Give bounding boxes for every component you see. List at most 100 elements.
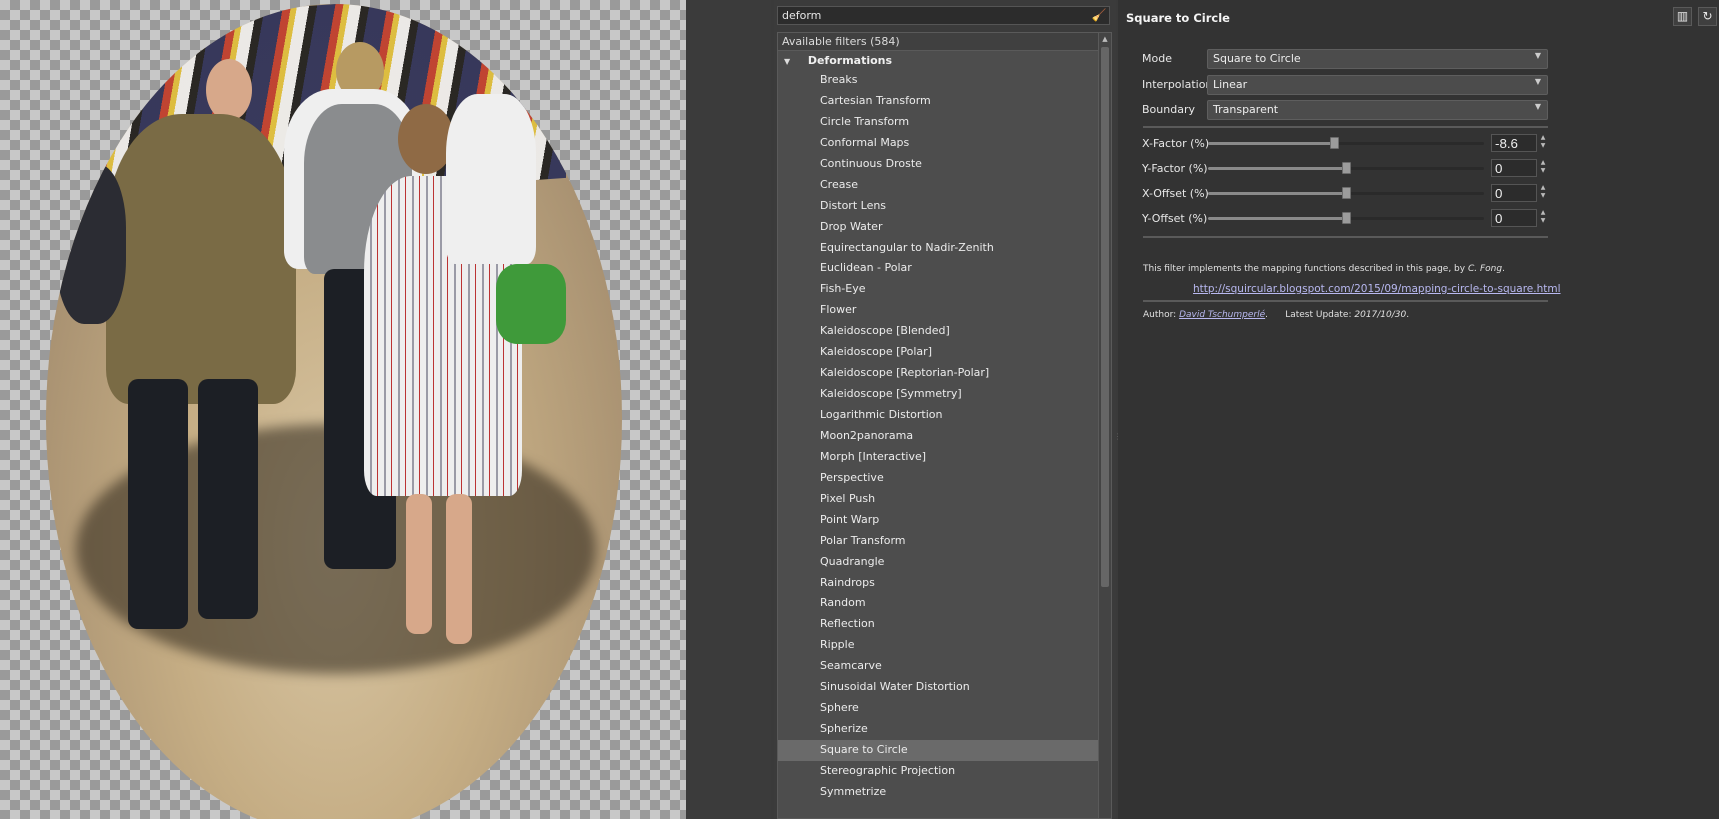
filter-description: This filter implements the mapping funct… — [1143, 264, 1505, 274]
spin-arrows-icon[interactable]: ▲ ▼ — [1538, 159, 1548, 177]
filter-item[interactable]: Circle Transform — [778, 112, 1111, 133]
spin-arrows-icon[interactable]: ▲ ▼ — [1538, 209, 1548, 227]
green-shorts — [496, 264, 566, 344]
broom-clear-icon[interactable]: 🧹 — [1090, 7, 1108, 24]
mode-label: Mode — [1142, 52, 1172, 65]
scrollbar-thumb[interactable] — [1101, 47, 1109, 587]
chevron-down-icon: ▼ — [1534, 51, 1541, 60]
separator — [1143, 236, 1548, 238]
filter-item[interactable]: Morph [Interactive] — [778, 447, 1111, 468]
filter-item[interactable]: Sinusoidal Water Distortion — [778, 677, 1111, 698]
scroll-up-icon[interactable]: ▲ — [1099, 33, 1111, 45]
filter-item[interactable]: Flower — [778, 300, 1111, 321]
filter-item[interactable]: Equirectangular to Nadir-Zenith — [778, 238, 1111, 259]
y-offset-slider[interactable] — [1208, 212, 1484, 224]
expand-arrow-icon[interactable]: ▼ — [784, 52, 804, 71]
x-offset-label: X-Offset (%) — [1142, 187, 1209, 200]
leg — [406, 494, 432, 634]
slider-handle[interactable] — [1342, 212, 1351, 224]
filter-item[interactable]: Random — [778, 593, 1111, 614]
filter-list: Breaks Cartesian Transform Circle Transfor… — [778, 70, 1111, 803]
filter-item[interactable]: Point Warp — [778, 510, 1111, 531]
author-period: . — [1265, 310, 1269, 320]
filter-item[interactable]: Kaleidoscope [Polar] — [778, 342, 1111, 363]
filter-item[interactable]: Raindrops — [778, 573, 1111, 594]
update-period: . — [1406, 310, 1410, 320]
filter-item[interactable]: Quadrangle — [778, 552, 1111, 573]
spin-arrows-icon[interactable]: ▲ ▼ — [1538, 184, 1548, 202]
person-white-shirt — [446, 94, 536, 264]
filter-item[interactable]: Sphere — [778, 698, 1111, 719]
slider-fill — [1208, 217, 1346, 220]
description-text: This filter implements the mapping funct… — [1143, 264, 1466, 274]
trouser-leg — [198, 379, 258, 619]
filter-item[interactable]: Moon2panorama — [778, 426, 1111, 447]
filter-item[interactable]: Reflection — [778, 614, 1111, 635]
filter-title: Square to Circle — [1126, 11, 1230, 25]
filter-item[interactable]: Ripple — [778, 635, 1111, 656]
filter-item[interactable]: Kaleidoscope [Blended] — [778, 321, 1111, 342]
filter-item[interactable]: Fish-Eye — [778, 279, 1111, 300]
filter-item[interactable]: Cartesian Transform — [778, 91, 1111, 112]
leg — [446, 494, 472, 644]
update-prefix: Latest Update: — [1285, 310, 1352, 320]
filter-item[interactable]: Square to Circle — [778, 740, 1111, 761]
filter-item[interactable]: Symmetrize — [778, 782, 1111, 803]
filter-item[interactable]: Polar Transform — [778, 531, 1111, 552]
interpolation-select[interactable]: Linear ▼ — [1207, 75, 1548, 95]
description-author: C. Fong — [1467, 264, 1503, 274]
filter-item[interactable]: Crease — [778, 175, 1111, 196]
tree-header: Available filters (584) — [778, 33, 1111, 51]
x-factor-spinbox[interactable] — [1491, 134, 1537, 152]
separator — [1143, 126, 1548, 128]
filter-item[interactable]: Perspective — [778, 468, 1111, 489]
fullscreen-preview-icon[interactable]: ▥ — [1673, 7, 1692, 26]
filter-item[interactable]: Kaleidoscope [Symmetry] — [778, 384, 1111, 405]
filter-item[interactable]: Conformal Maps — [778, 133, 1111, 154]
spin-arrows-icon[interactable]: ▲ ▼ — [1538, 134, 1548, 152]
filter-item[interactable]: Seamcarve — [778, 656, 1111, 677]
boundary-select[interactable]: Transparent ▼ — [1207, 100, 1548, 120]
slider-handle[interactable] — [1342, 187, 1351, 199]
preview-image — [46, 4, 622, 819]
x-factor-label: X-Factor (%) — [1142, 137, 1210, 150]
filter-parameters-panel: Square to Circle ▥ ↻ Mode Square to Circ… — [1118, 0, 1719, 819]
mode-select[interactable]: Square to Circle ▼ — [1207, 49, 1548, 69]
filter-item[interactable]: Spherize — [778, 719, 1111, 740]
x-factor-slider[interactable] — [1208, 137, 1484, 149]
reference-link[interactable]: http://squircular.blogspot.com/2015/09/m… — [1193, 283, 1561, 295]
filter-item[interactable]: Logarithmic Distortion — [778, 405, 1111, 426]
preview-canvas[interactable] — [0, 0, 686, 819]
slider-fill — [1208, 167, 1346, 170]
author-link[interactable]: David Tschumperlé — [1179, 310, 1265, 320]
slider-handle[interactable] — [1342, 162, 1351, 174]
boundary-label: Boundary — [1142, 103, 1195, 116]
filter-tree[interactable]: Available filters (584) ▼ Deformations B… — [777, 32, 1112, 819]
tree-scrollbar[interactable]: ▲ — [1098, 33, 1111, 818]
chevron-down-icon: ▼ — [1534, 102, 1541, 111]
separator — [1143, 300, 1548, 302]
filter-item[interactable]: Euclidean - Polar — [778, 258, 1111, 279]
filter-item[interactable]: Distort Lens — [778, 196, 1111, 217]
interpolation-label: Interpolation — [1142, 78, 1213, 91]
x-offset-slider[interactable] — [1208, 187, 1484, 199]
filter-item[interactable]: Stereographic Projection — [778, 761, 1111, 782]
slider-handle[interactable] — [1330, 137, 1340, 149]
y-offset-spinbox[interactable] — [1491, 209, 1537, 227]
y-factor-slider[interactable] — [1208, 162, 1484, 174]
filter-search-input[interactable] — [777, 6, 1110, 25]
person-left — [56, 164, 126, 324]
reset-refresh-icon[interactable]: ↻ — [1698, 7, 1717, 26]
filter-item[interactable]: Drop Water — [778, 217, 1111, 238]
y-factor-label: Y-Factor (%) — [1142, 162, 1208, 175]
author-prefix: Author: — [1143, 310, 1177, 320]
filter-item[interactable]: Kaleidoscope [Reptorian-Polar] — [778, 363, 1111, 384]
category-deformations[interactable]: ▼ Deformations — [778, 51, 1111, 70]
filter-item[interactable]: Pixel Push — [778, 489, 1111, 510]
slider-fill — [1208, 142, 1335, 145]
x-offset-spinbox[interactable] — [1491, 184, 1537, 202]
y-factor-spinbox[interactable] — [1491, 159, 1537, 177]
trouser-leg — [128, 379, 188, 629]
filter-item[interactable]: Continuous Droste — [778, 154, 1111, 175]
filter-item[interactable]: Breaks — [778, 70, 1111, 91]
